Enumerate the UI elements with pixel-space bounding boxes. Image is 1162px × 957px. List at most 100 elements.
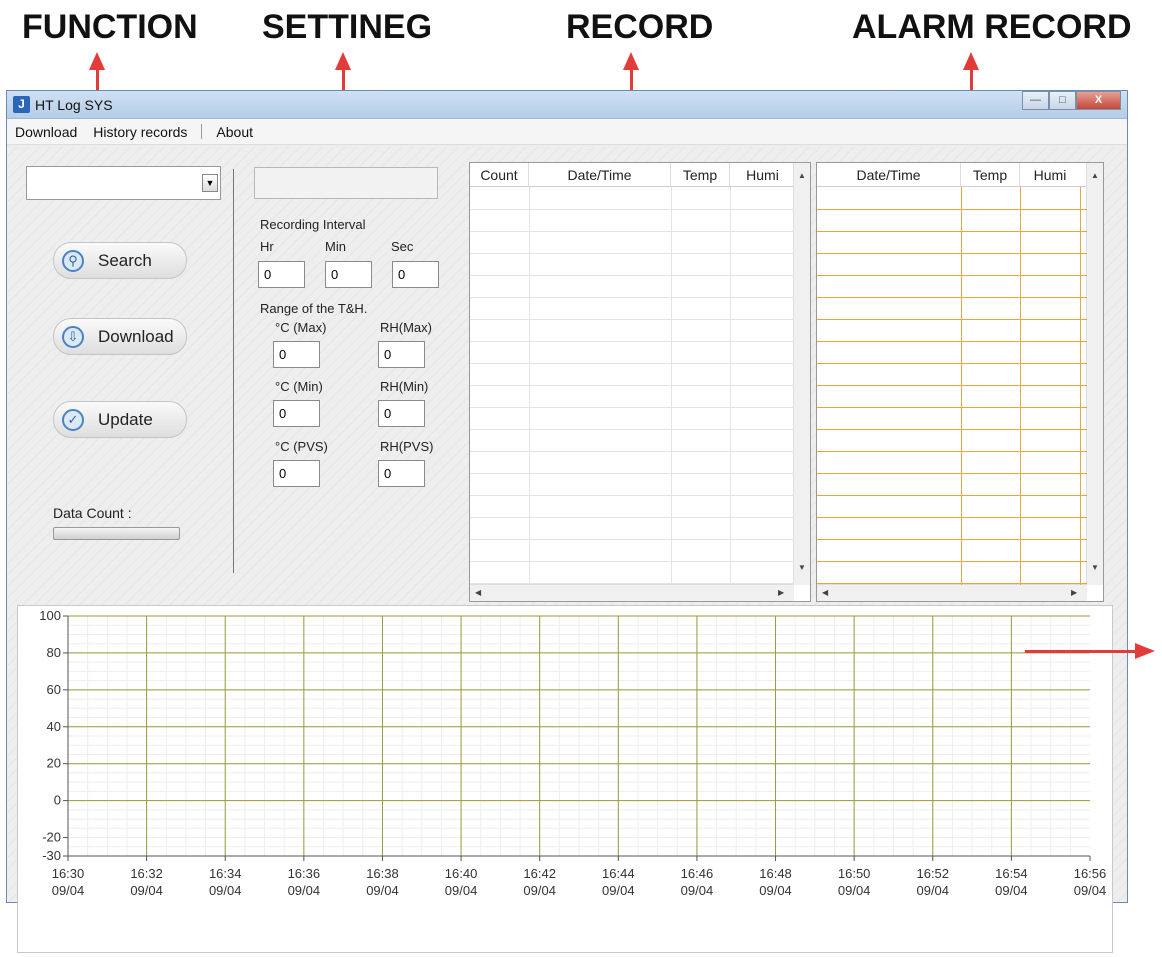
record-table[interactable]: Count Date/Time Temp Humi ▲ ▼ ◀ ▶ [469, 162, 811, 602]
rh-pvs-input[interactable]: 0 [378, 460, 425, 487]
chart-x-tick-date: 09/04 [366, 883, 399, 898]
menu-about[interactable]: About [208, 124, 261, 140]
rh-pvs-label: RH(PVS) [380, 439, 434, 454]
chart-y-tick-label: 80 [47, 645, 61, 660]
record-vertical-scrollbar[interactable]: ▲ ▼ [793, 163, 810, 585]
chart-svg: 16:30 09/04 16:32 09/04 16:34 09/04 16:36 09/04… [39, 608, 1107, 898]
rh-max-input[interactable]: 0 [378, 341, 425, 368]
menu-separator [201, 124, 203, 139]
min-input[interactable]: 0 [325, 261, 372, 288]
scroll-down-icon[interactable]: ▼ [1091, 563, 1099, 572]
table-row-line [470, 209, 794, 210]
scroll-right-icon[interactable]: ▶ [1071, 588, 1077, 597]
chart-x-tick-date: 09/04 [130, 883, 163, 898]
alarm-col-humi[interactable]: Humi [1020, 163, 1080, 186]
record-col-datetime[interactable]: Date/Time [529, 163, 671, 186]
table-row-line [817, 385, 1087, 386]
table-row-line [470, 253, 794, 254]
chart-x-tick-time: 16:30 [52, 866, 85, 881]
chart-x-tick-date: 09/04 [523, 883, 556, 898]
table-column-line [1080, 187, 1081, 585]
alarm-table-header: Date/Time Temp Humi [817, 163, 1088, 187]
table-row-line [817, 539, 1087, 540]
rh-min-input[interactable]: 0 [378, 400, 425, 427]
table-row-line [817, 473, 1087, 474]
alarm-horizontal-scrollbar[interactable]: ◀ ▶ [817, 584, 1087, 601]
table-column-line [730, 187, 731, 585]
table-row-line [470, 495, 794, 496]
chart-y-tick-label: 60 [47, 682, 61, 697]
chart-x-tick-time: 16:34 [209, 866, 242, 881]
chart-x-tick-time: 16:44 [602, 866, 635, 881]
table-row-line [470, 539, 794, 540]
record-col-temp[interactable]: Temp [671, 163, 730, 186]
recording-interval-label: Recording Interval [260, 217, 366, 232]
record-horizontal-scrollbar[interactable]: ◀ ▶ [470, 584, 794, 601]
menu-history-records[interactable]: History records [85, 124, 195, 140]
scroll-up-icon[interactable]: ▲ [798, 171, 806, 180]
annotation-record: RECORD [566, 8, 714, 46]
table-row-line [817, 253, 1087, 254]
alarm-col-datetime[interactable]: Date/Time [817, 163, 961, 186]
app-icon: J [13, 96, 30, 113]
table-row-line [817, 319, 1087, 320]
table-row-line [817, 517, 1087, 518]
hr-label: Hr [260, 239, 274, 254]
table-row-line [817, 583, 1087, 584]
chart-x-tick-date: 09/04 [681, 883, 714, 898]
menu-bar: Download History records About [7, 119, 1127, 145]
sec-input[interactable]: 0 [392, 261, 439, 288]
table-row-line [470, 319, 794, 320]
table-column-line [529, 187, 530, 585]
data-count-label: Data Count : [53, 505, 132, 521]
chart-y-tick-label: -20 [42, 830, 61, 845]
chart-x-tick-date: 09/04 [445, 883, 478, 898]
table-row-line [470, 275, 794, 276]
record-col-count[interactable]: Count [470, 163, 529, 186]
device-select[interactable]: ▼ [26, 166, 221, 200]
table-row-line [817, 451, 1087, 452]
record-col-humi[interactable]: Humi [730, 163, 795, 186]
record-table-header: Count Date/Time Temp Humi [470, 163, 795, 187]
scroll-up-icon[interactable]: ▲ [1091, 171, 1099, 180]
window-controls: — □ X [1022, 91, 1121, 110]
alarm-record-table[interactable]: Date/Time Temp Humi ▲ ▼ ◀ ▶ [816, 162, 1104, 602]
alarm-col-temp[interactable]: Temp [961, 163, 1020, 186]
chart-y-tick-label: -30 [42, 848, 61, 863]
update-button[interactable]: ✓ Update [53, 401, 187, 438]
table-row-line [817, 363, 1087, 364]
rh-min-label: RH(Min) [380, 379, 429, 394]
chart-x-tick-time: 16:42 [523, 866, 556, 881]
title-bar[interactable]: J HT Log SYS — □ X [7, 91, 1127, 119]
c-max-input[interactable]: 0 [273, 341, 320, 368]
scroll-down-icon[interactable]: ▼ [798, 563, 806, 572]
download-button[interactable]: ⇩ Download [53, 318, 187, 355]
scroll-left-icon[interactable]: ◀ [822, 588, 828, 597]
chevron-down-icon[interactable]: ▼ [202, 174, 218, 192]
close-button[interactable]: X [1076, 91, 1121, 110]
chart-x-tick-date: 09/04 [1074, 883, 1107, 898]
c-pvs-input[interactable]: 0 [273, 460, 320, 487]
search-button[interactable]: ⚲ Search [53, 242, 187, 279]
minimize-button[interactable]: — [1022, 91, 1049, 110]
update-button-label: Update [98, 409, 153, 429]
c-min-input[interactable]: 0 [273, 400, 320, 427]
settings-display-field[interactable] [254, 167, 438, 199]
alarm-vertical-scrollbar[interactable]: ▲ ▼ [1086, 163, 1103, 585]
annotation-function: FUNCTION [22, 8, 198, 46]
temperature-humidity-chart[interactable]: 16:30 09/04 16:32 09/04 16:34 09/04 16:36 09/04… [17, 605, 1113, 953]
data-count-progress-bar [53, 527, 180, 540]
chart-y-tick-label: 20 [47, 756, 61, 771]
maximize-button[interactable]: □ [1049, 91, 1076, 110]
range-label: Range of the T&H. [260, 301, 368, 316]
table-row-line [470, 363, 794, 364]
hr-input[interactable]: 0 [258, 261, 305, 288]
scroll-left-icon[interactable]: ◀ [475, 588, 481, 597]
table-row-line [470, 517, 794, 518]
menu-download[interactable]: Download [7, 124, 85, 140]
table-column-line [671, 187, 672, 585]
scroll-right-icon[interactable]: ▶ [778, 588, 784, 597]
chart-x-tick-time: 16:52 [916, 866, 949, 881]
chart-x-tick-time: 16:46 [681, 866, 714, 881]
table-column-line [961, 187, 962, 585]
